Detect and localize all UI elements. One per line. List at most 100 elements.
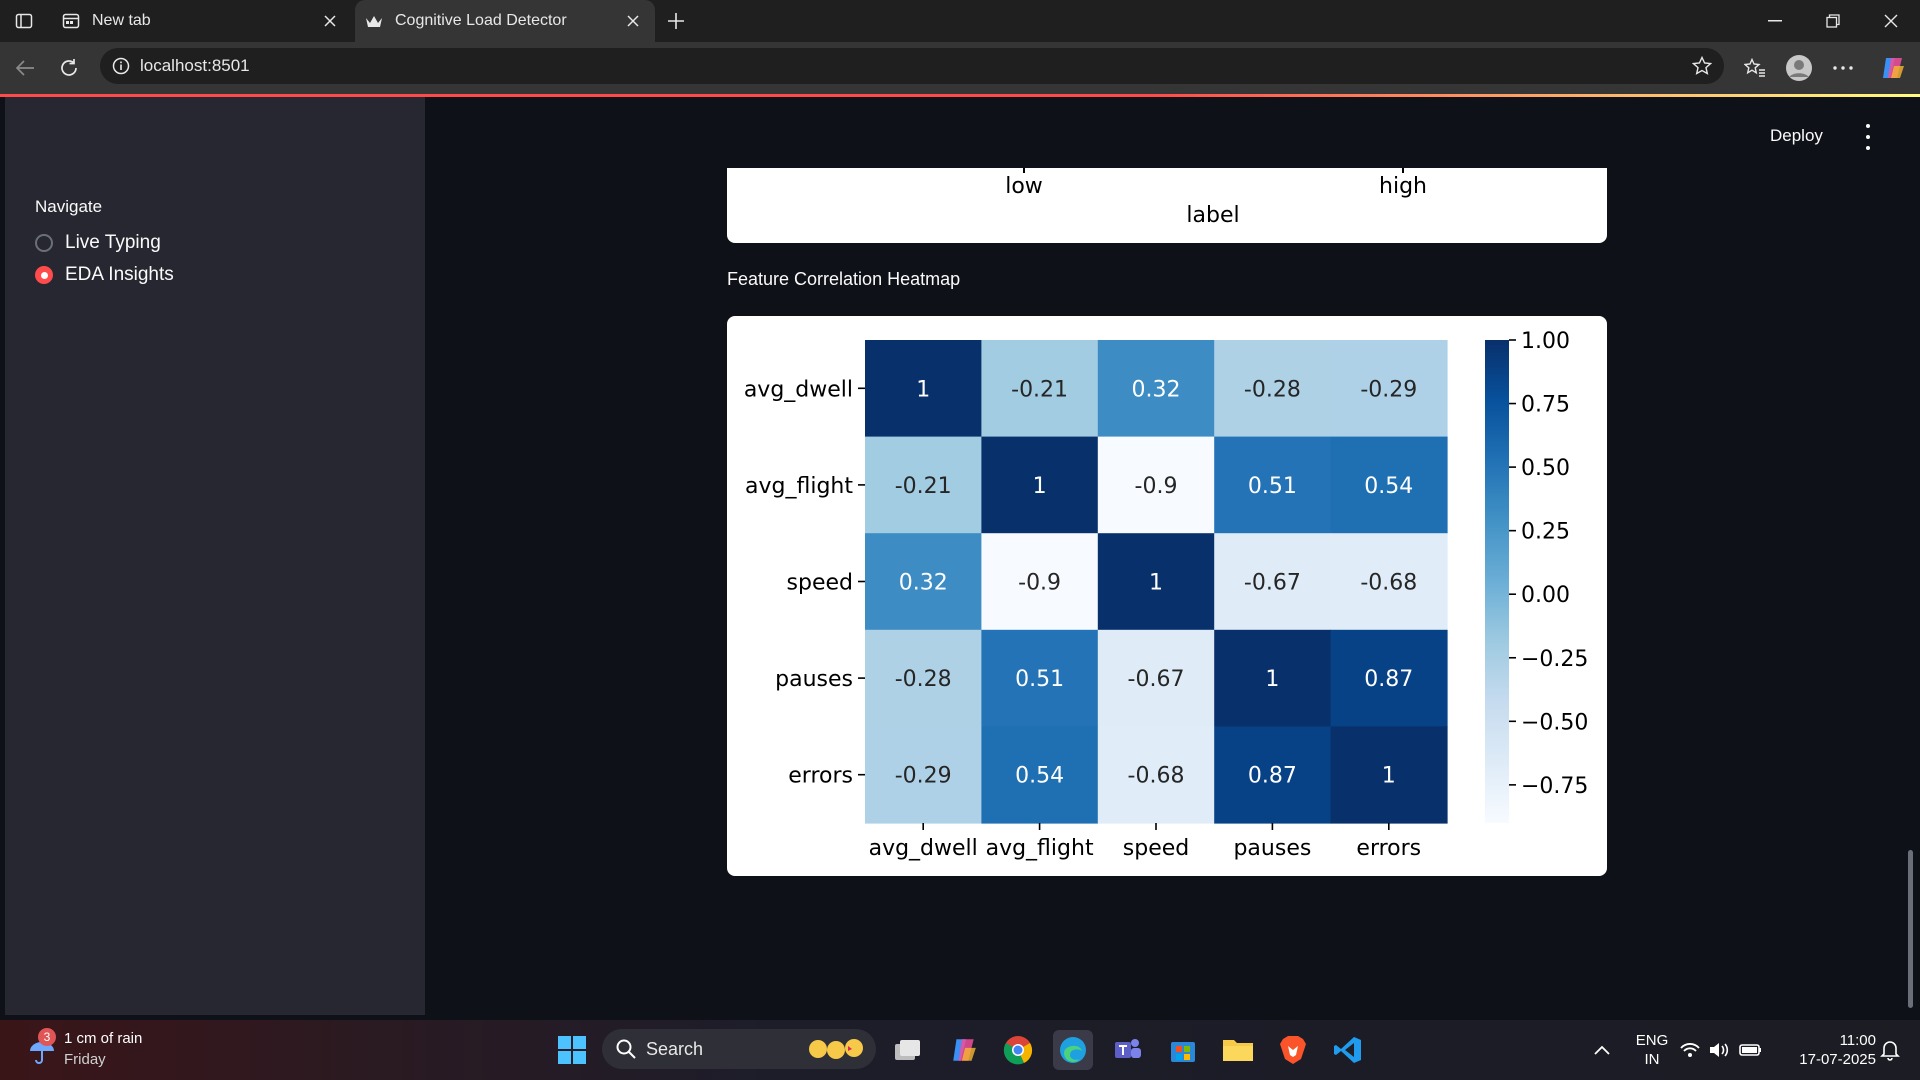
- vscode-icon[interactable]: [1328, 1030, 1368, 1070]
- clock-time: 11:00: [1839, 1032, 1876, 1049]
- taskbar-search[interactable]: Search: [602, 1029, 876, 1069]
- x-tick-label: avg_dwell: [869, 836, 978, 861]
- address-bar[interactable]: localhost:8501: [100, 48, 1724, 84]
- colorbar-tick-label: −0.50: [1521, 710, 1588, 735]
- teams-icon[interactable]: [1108, 1030, 1148, 1070]
- microsoft-store-icon[interactable]: [1163, 1030, 1203, 1070]
- chrome-icon[interactable]: [998, 1030, 1038, 1070]
- cell-value-label: 1: [1382, 764, 1396, 789]
- colorbar-tick-label: −0.25: [1521, 647, 1588, 672]
- cell-value-label: -0.28: [1244, 377, 1301, 402]
- tab-title: New tab: [92, 12, 151, 29]
- sidebar-title: Navigate: [35, 197, 103, 216]
- language-indicator[interactable]: ENG IN: [1632, 1031, 1672, 1069]
- close-icon[interactable]: [623, 11, 643, 31]
- profile-avatar-icon[interactable]: [1782, 51, 1816, 85]
- cell-value-label: -0.9: [1135, 474, 1178, 499]
- radio-label: Live Typing: [65, 232, 161, 253]
- chevron-up-icon[interactable]: [1582, 1030, 1622, 1070]
- tab-actions-icon[interactable]: [0, 0, 48, 42]
- x-tick-mark: [1402, 168, 1404, 173]
- cell-value-label: 1: [1149, 571, 1163, 596]
- cell-value-label: 0.32: [1132, 377, 1181, 402]
- tab-title: Cognitive Load Detector: [395, 12, 567, 29]
- task-view-icon[interactable]: [888, 1030, 928, 1070]
- radio-unselected-icon: [35, 234, 53, 252]
- copilot-app-icon[interactable]: [944, 1030, 984, 1070]
- close-icon[interactable]: [320, 11, 340, 31]
- cell-value-label: -0.21: [895, 474, 952, 499]
- file-explorer-icon[interactable]: [1218, 1030, 1258, 1070]
- streamlit-crown-icon: [365, 12, 383, 30]
- y-tick-label: errors: [788, 764, 853, 789]
- heatmap-card: 1 -0.21 0.32 -0.28 -0.29 -0.21 1 -0.9 0.51 0.54 0.…: [727, 316, 1607, 876]
- tab-cognitive-load-detector[interactable]: Cognitive Load Detector: [355, 0, 655, 42]
- cell-value-label: 0.51: [1015, 667, 1064, 692]
- cell-value-label: 0.87: [1364, 667, 1413, 692]
- windows-start-icon[interactable]: [552, 1030, 592, 1070]
- language-region: IN: [1644, 1051, 1660, 1068]
- x-tick-label: speed: [1123, 836, 1189, 861]
- radio-live-typing[interactable]: Live Typing: [35, 232, 161, 254]
- cell-value-label: -0.67: [1128, 667, 1185, 692]
- y-tick-label: avg_flight: [745, 474, 853, 499]
- x-tick-label: pauses: [1233, 836, 1311, 861]
- new-tab-icon: [62, 12, 80, 30]
- radio-eda-insights[interactable]: EDA Insights: [35, 264, 174, 286]
- favorites-icon[interactable]: [1738, 51, 1772, 85]
- radio-label: EDA Insights: [65, 264, 174, 285]
- correlation-heatmap: 1 -0.21 0.32 -0.28 -0.29 -0.21 1 -0.9 0.51 0.54 0.…: [744, 329, 1589, 861]
- colorbar-tick-label: 0.00: [1521, 583, 1570, 608]
- emoji-decoration-icon: [808, 1037, 866, 1061]
- colorbar-tick-label: 0.50: [1521, 456, 1570, 481]
- notifications-icon[interactable]: [1870, 1030, 1910, 1070]
- deploy-button[interactable]: Deploy: [1770, 126, 1823, 146]
- cell-value-label: 1: [1033, 474, 1047, 499]
- y-tick-label: avg_dwell: [744, 377, 853, 402]
- browser-tab-bar: New tab Cognitive Load Detector: [0, 0, 1920, 42]
- window-close-icon[interactable]: [1862, 0, 1920, 42]
- y-tick-label: pauses: [775, 667, 853, 692]
- cell-value-label: 0.54: [1015, 764, 1064, 789]
- colorbar-tick-label: 1.00: [1521, 329, 1570, 354]
- language-code: ENG: [1635, 1032, 1669, 1049]
- x-tick-label: errors: [1356, 836, 1421, 861]
- brave-icon[interactable]: [1273, 1030, 1313, 1070]
- minimize-icon[interactable]: [1746, 0, 1804, 42]
- new-tab-plus-icon[interactable]: [656, 0, 696, 42]
- cell-value-label: 0.54: [1364, 474, 1413, 499]
- page-scrollbar[interactable]: [1908, 850, 1913, 1008]
- cell-value-label: -0.21: [1011, 377, 1068, 402]
- tab-new-tab[interactable]: New tab: [62, 0, 352, 42]
- cell-value-label: 0.32: [899, 571, 948, 596]
- main-menu-icon[interactable]: [1858, 124, 1878, 150]
- cell-value-label: -0.67: [1244, 571, 1301, 596]
- favorite-star-icon[interactable]: [1692, 56, 1712, 76]
- url-text: localhost:8501: [140, 56, 250, 75]
- cell-value-label: -0.9: [1018, 571, 1061, 596]
- search-label: Search: [646, 1038, 704, 1059]
- previous-chart-card: low high label: [727, 168, 1607, 243]
- system-tray-status[interactable]: [1676, 1030, 1766, 1070]
- colorbar: [1485, 340, 1509, 823]
- cell-value-label: -0.68: [1360, 571, 1417, 596]
- x-axis-label: label: [1186, 203, 1240, 228]
- colorbar-tick-label: −0.75: [1521, 774, 1588, 799]
- taskbar-clock[interactable]: 11:00 17-07-2025: [1780, 1031, 1876, 1069]
- cell-value-label: -0.28: [895, 667, 952, 692]
- back-arrow-icon[interactable]: [8, 51, 42, 85]
- reload-icon[interactable]: [52, 51, 86, 85]
- address-toolbar: localhost:8501: [0, 42, 1920, 94]
- x-tick-label: avg_flight: [986, 836, 1094, 861]
- sidebar: Navigate Live Typing EDA Insights: [5, 97, 425, 1015]
- restore-icon[interactable]: [1804, 0, 1862, 42]
- copilot-icon[interactable]: [1876, 51, 1910, 85]
- more-options-icon[interactable]: [1826, 51, 1860, 85]
- weather-text: 1 cm of rain: [64, 1030, 143, 1047]
- windows-taskbar: 3 1 cm of rain Friday Search ENG IN 11:0…: [0, 1020, 1920, 1080]
- x-tick-label: low: [1005, 174, 1043, 199]
- site-info-icon[interactable]: [112, 57, 130, 75]
- cell-value-label: -0.29: [895, 764, 952, 789]
- edge-icon[interactable]: [1053, 1030, 1093, 1070]
- x-tick-label: high: [1379, 174, 1427, 199]
